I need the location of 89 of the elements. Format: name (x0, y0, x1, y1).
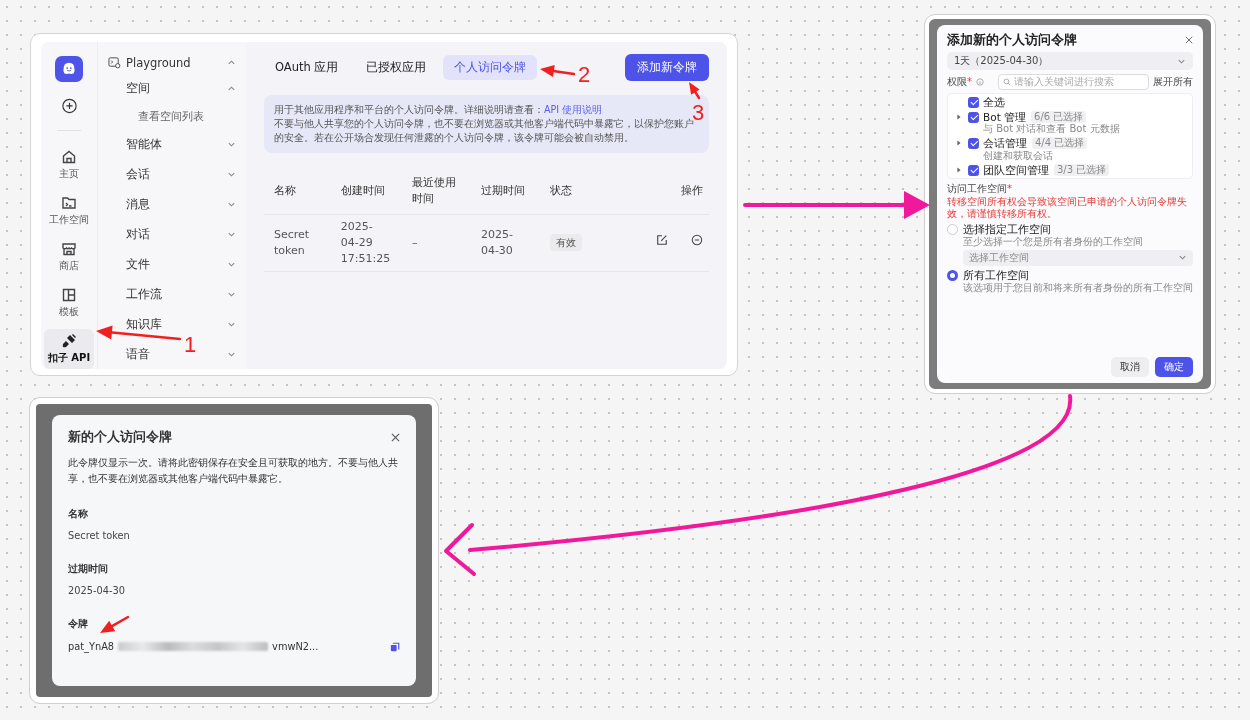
dialog-title: 新的个人访问令牌 (68, 429, 172, 446)
info-icon (976, 78, 984, 86)
minus-circle-icon[interactable] (691, 234, 703, 247)
copy-icon[interactable] (390, 641, 400, 652)
column-header: 最近使用时间 (411, 175, 456, 206)
sidebar-item[interactable]: 模板 (44, 283, 94, 323)
permission-description: 与 Bot 对话和查看 Bot 元数据 (983, 123, 1120, 136)
column-header: 操作 (681, 183, 703, 197)
add-token-button[interactable]: 添加新令牌 (625, 54, 709, 81)
option-description: 至少选择一个您是所有者身份的工作空间 (963, 235, 1144, 248)
pointer-arrow (540, 65, 576, 77)
field-label: 过期时间 (68, 563, 108, 577)
close-icon[interactable] (1185, 35, 1193, 44)
column-header: 状态 (549, 183, 572, 197)
field-label: 令牌 (68, 618, 88, 632)
pointer-arrow (100, 615, 130, 633)
edit-icon[interactable] (655, 234, 668, 247)
expand-all-link[interactable]: 展开所有 (1153, 76, 1193, 88)
permission-label: Bot 管理 (983, 110, 1027, 123)
sidebar-item[interactable]: 商店 (44, 237, 94, 277)
checkbox[interactable] (968, 111, 979, 123)
layout-icon (61, 287, 77, 303)
store-icon (61, 241, 77, 257)
annotation-number: 2 (578, 62, 591, 87)
field-value: Secret token (68, 530, 131, 542)
usage-link[interactable]: API 使用说明 (544, 104, 603, 115)
field-label: 访问工作空间* (947, 183, 1012, 195)
column-header: 名称 (274, 183, 296, 197)
nav-item[interactable]: 会话 (126, 167, 150, 183)
status-tag: 有效 (549, 233, 582, 251)
table-cell-text: 2025-04-30 (480, 226, 514, 259)
annotation-number: 3 (692, 100, 705, 125)
nav-item[interactable]: 知识库 (126, 316, 162, 332)
nav-item[interactable]: 对话 (126, 227, 150, 242)
annotation-number: 1 (184, 332, 197, 357)
add-icon[interactable] (60, 98, 78, 115)
search-icon (1003, 78, 1011, 86)
table-cell-text: Secret token (274, 226, 311, 259)
cancel-button[interactable]: 取消 (1111, 357, 1149, 377)
nav-item[interactable]: 语音 (126, 346, 150, 362)
field-label: 名称 (68, 508, 88, 522)
option-label: 所有工作空间 (963, 268, 1030, 282)
nav-item[interactable]: 工作流 (126, 286, 162, 302)
field-value: 2025-04-30 (68, 585, 126, 597)
table-cell: 2025-04-29 17:51:25 (340, 218, 389, 267)
tab[interactable]: 个人访问令牌 (443, 55, 538, 80)
count-tag: 3/3 已选择 (1054, 164, 1110, 177)
nav-header[interactable]: Playground (126, 55, 191, 70)
nav-subitem[interactable]: 查看空间列表 (138, 109, 204, 125)
sidebar-item[interactable]: 工作空间 (44, 191, 94, 231)
radio-button[interactable] (947, 269, 958, 281)
column-header: 创建时间 (340, 183, 385, 197)
checkbox[interactable] (968, 97, 979, 108)
tab[interactable]: OAuth 应用 (264, 55, 350, 80)
token-text: pat_YnA8 (68, 641, 115, 653)
close-icon[interactable] (391, 433, 400, 442)
folder-icon (61, 195, 77, 211)
tab[interactable]: 已授权应用 (355, 55, 438, 80)
field-label: 权限* (947, 76, 972, 88)
dialog-description: 此令牌仅显示一次。请将此密钥保存在安全且可获取的地方。不要与他人共享，也不要在浏览器或其他客户端代码中暴露它。 (68, 456, 399, 486)
option-description: 该选项用于您目前和将来所有者身份的所有工作空间 (963, 281, 1193, 294)
chevron-down-icon (1178, 253, 1187, 263)
option-label: 选择指定工作空间 (963, 223, 1052, 236)
playground-icon (108, 56, 121, 70)
confirm-button[interactable]: 确定 (1155, 357, 1193, 377)
nav-item[interactable]: 智能体 (126, 137, 162, 153)
count-tag: 4/4 已选择 (1032, 137, 1088, 150)
plug-icon (61, 333, 77, 349)
table-cell: – (411, 234, 418, 251)
permission-label: 团队空间管理 (983, 163, 1049, 177)
permission-label: 全选 (983, 96, 1005, 109)
nav-item[interactable]: 空间 (126, 81, 150, 96)
sidebar-item[interactable]: 扣子 API (44, 329, 94, 369)
pointer-arrow (689, 82, 701, 100)
dialog-title: 添加新的个人访问令牌 (947, 32, 1077, 47)
permission-label: 会话管理 (983, 137, 1027, 150)
token-text: vmwN2... (272, 641, 319, 653)
home-icon (61, 149, 77, 165)
warning-text: 转移空间所有权会导致该空间已申请的个人访问令牌失效，请谨慎转移所有权。 (947, 196, 1188, 221)
sidebar-item[interactable]: 主页 (44, 145, 94, 185)
checkbox[interactable] (968, 164, 979, 176)
logo-icon (55, 56, 83, 83)
expiry-select[interactable]: 1天（2025-04-30） (947, 52, 1193, 70)
column-header: 过期时间 (480, 183, 525, 197)
nav-item[interactable]: 文件 (126, 256, 150, 272)
count-tag: 6/6 已选择 (1031, 110, 1087, 123)
checkbox[interactable] (968, 138, 979, 150)
permission-description: 创建和获取会话 (983, 149, 1054, 162)
nav-item[interactable]: 消息 (126, 197, 150, 213)
